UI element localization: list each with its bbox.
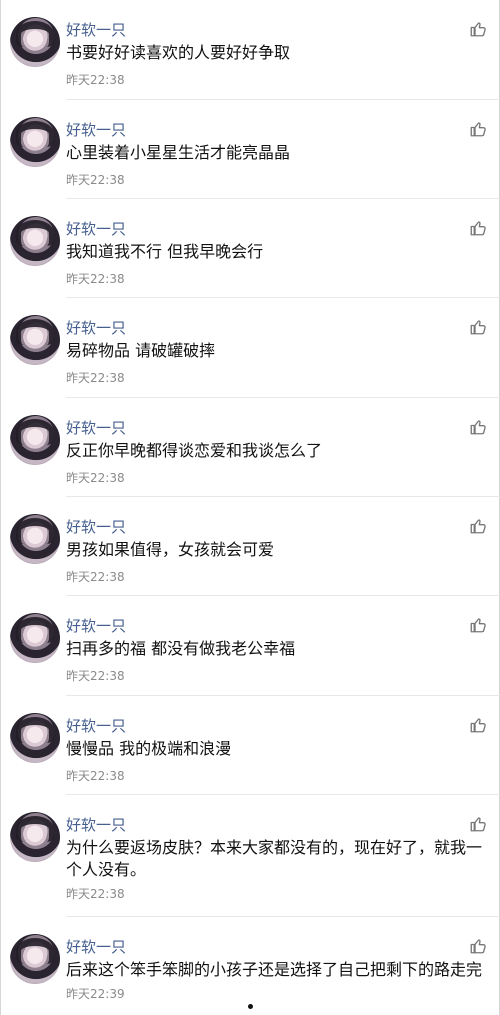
comment-text: 易碎物品 请破罐破摔 <box>66 341 216 360</box>
avatar[interactable] <box>10 117 60 167</box>
avatar[interactable] <box>10 315 60 365</box>
thumbs-up-icon[interactable] <box>469 219 487 237</box>
thumbs-up-icon[interactable] <box>469 20 487 38</box>
comment-time: 昨天22:38 <box>66 173 125 187</box>
comment-text: 反正你早晚都得谈恋爱和我谈怎么了 <box>66 441 323 460</box>
thumbs-up-icon[interactable] <box>469 120 487 138</box>
username[interactable]: 好软一只 <box>66 816 126 834</box>
comment-item: 好软一只 为什么要返场皮肤？本来大家都没有的，现在好了，就我一个人没有。 昨天2… <box>0 795 500 917</box>
thumbs-up-icon[interactable] <box>469 318 487 336</box>
comment-time: 昨天22:38 <box>66 371 125 385</box>
comment-text: 后来这个笨手笨脚的小孩子还是选择了自己把剩下的路走完 <box>66 960 483 979</box>
comment-text: 男孩如果值得，女孩就会可爱 <box>66 540 275 559</box>
thumbs-up-icon[interactable] <box>469 937 487 955</box>
thumbs-up-icon[interactable] <box>469 716 487 734</box>
comment-text: 为什么要返场皮肤？本来大家都没有的，现在好了，就我一个人没有。 <box>66 838 483 879</box>
username[interactable]: 好软一只 <box>66 220 126 238</box>
comment-time: 昨天22:38 <box>66 272 125 286</box>
thumbs-up-icon[interactable] <box>469 517 487 535</box>
comment-time: 昨天22:38 <box>66 471 125 485</box>
comment-item: 好软一只 易碎物品 请破罐破摔 昨天22:38 <box>0 298 500 398</box>
comment-time: 昨天22:39 <box>66 987 125 1001</box>
avatar[interactable] <box>10 514 60 564</box>
comment-text: 心里装着小星星生活才能亮晶晶 <box>66 143 291 162</box>
comment-item: 好软一只 后来这个笨手笨脚的小孩子还是选择了自己把剩下的路走完 昨天22:39 <box>0 917 500 1015</box>
comment-feed: 好软一只 书要好好读喜欢的人要好好争取 昨天22:38 好软一只 心里装着小星星… <box>0 0 500 1015</box>
username[interactable]: 好软一只 <box>66 419 126 437</box>
comment-time: 昨天22:38 <box>66 669 125 683</box>
comment-time: 昨天22:38 <box>66 570 125 584</box>
comment-item: 好软一只 心里装着小星星生活才能亮晶晶 昨天22:38 <box>0 100 500 199</box>
comment-time: 昨天22:38 <box>66 73 125 87</box>
comment-item: 好软一只 书要好好读喜欢的人要好好争取 昨天22:38 <box>0 0 500 100</box>
comment-item: 好软一只 慢慢品 我的极端和浪漫 昨天22:38 <box>0 696 500 795</box>
thumbs-up-icon[interactable] <box>469 815 487 833</box>
username[interactable]: 好软一只 <box>66 21 126 39</box>
username[interactable]: 好软一只 <box>66 319 126 337</box>
avatar[interactable] <box>10 613 60 663</box>
avatar[interactable] <box>10 812 60 862</box>
page-dot <box>248 1004 253 1009</box>
avatar[interactable] <box>10 216 60 266</box>
comment-time: 昨天22:38 <box>66 769 125 783</box>
username[interactable]: 好软一只 <box>66 518 126 536</box>
comment-item: 好软一只 反正你早晚都得谈恋爱和我谈怎么了 昨天22:38 <box>0 398 500 497</box>
username[interactable]: 好软一只 <box>66 938 126 956</box>
avatar[interactable] <box>10 713 60 763</box>
username[interactable]: 好软一只 <box>66 717 126 735</box>
avatar[interactable] <box>10 415 60 465</box>
avatar[interactable] <box>10 17 60 67</box>
avatar[interactable] <box>10 934 60 984</box>
comment-text: 扫再多的福 都没有做我老公幸福 <box>66 639 296 658</box>
comment-item: 好软一只 扫再多的福 都没有做我老公幸福 昨天22:38 <box>0 596 500 696</box>
comment-text: 我知道我不行 但我早晚会行 <box>66 242 264 261</box>
comment-time: 昨天22:38 <box>66 887 125 901</box>
comment-item: 好软一只 我知道我不行 但我早晚会行 昨天22:38 <box>0 199 500 298</box>
comment-text: 书要好好读喜欢的人要好好争取 <box>66 43 291 62</box>
comment-item: 好软一只 男孩如果值得，女孩就会可爱 昨天22:38 <box>0 497 500 596</box>
comment-text: 慢慢品 我的极端和浪漫 <box>66 739 232 758</box>
thumbs-up-icon[interactable] <box>469 616 487 634</box>
username[interactable]: 好软一只 <box>66 121 126 139</box>
username[interactable]: 好软一只 <box>66 617 126 635</box>
thumbs-up-icon[interactable] <box>469 418 487 436</box>
